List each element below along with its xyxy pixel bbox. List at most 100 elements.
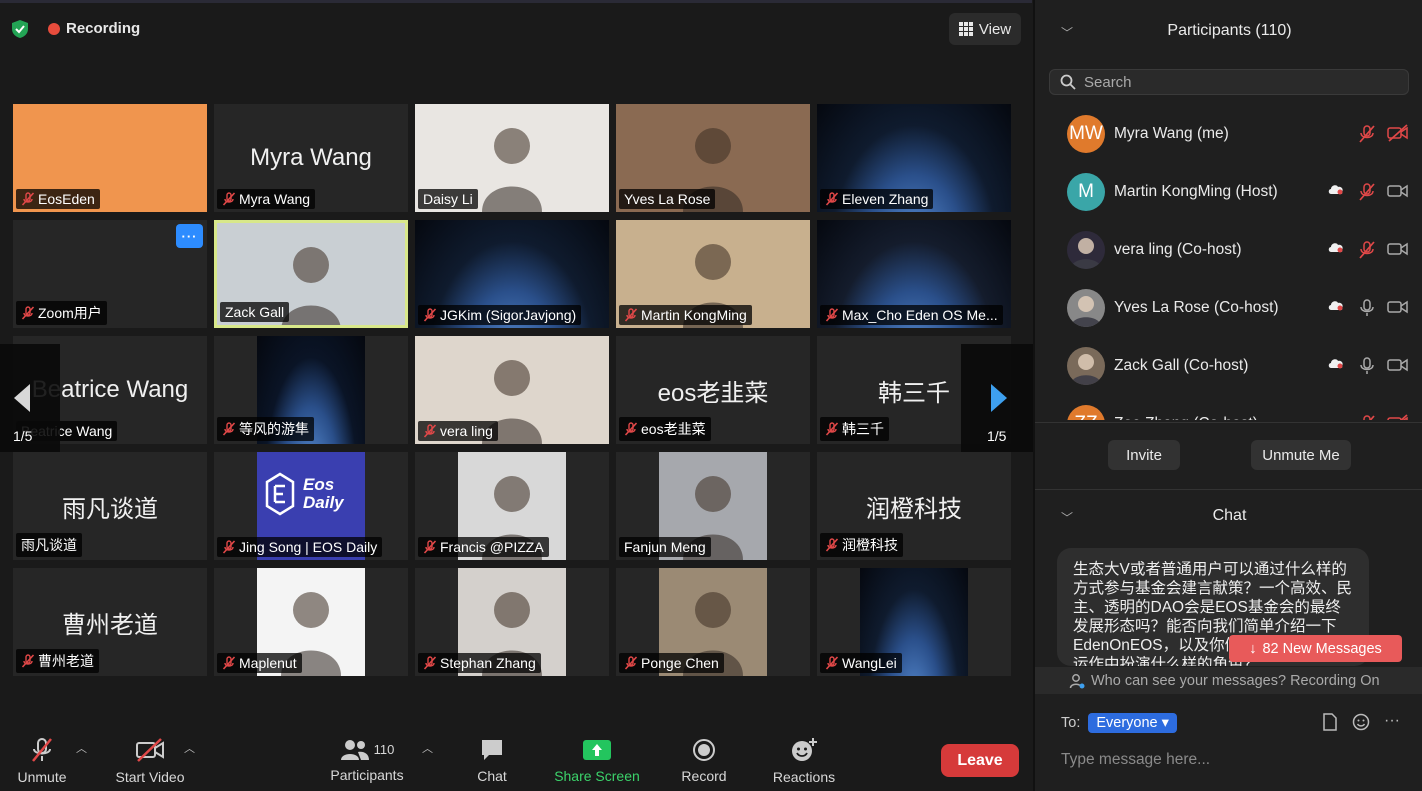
unmute-me-button[interactable]: Unmute Me [1251, 440, 1351, 470]
emoji-icon[interactable] [1352, 713, 1370, 731]
mic-muted-icon [825, 538, 839, 552]
security-shield-icon[interactable] [10, 19, 30, 39]
video-tile[interactable]: vera ling [415, 336, 609, 444]
person-icon [1069, 673, 1085, 688]
avatar-initials: M [1078, 181, 1094, 202]
avatar [1067, 231, 1105, 269]
video-tile[interactable]: 等风的游隼 [214, 336, 408, 444]
recipient-select[interactable]: Everyone ▾ [1088, 713, 1177, 733]
more-options-icon[interactable]: ··· [1384, 713, 1400, 731]
participant-search-input[interactable]: Search [1049, 69, 1409, 95]
participant-name-label: Fanjun Meng [619, 537, 711, 557]
participant-name: Jing Song | EOS Daily [239, 539, 378, 555]
participant-name: Yves La Rose [624, 191, 711, 207]
participants-icon-group: 110 [340, 739, 394, 761]
new-messages-button[interactable]: ↓ 82 New Messages [1229, 635, 1402, 662]
chat-divider [1035, 489, 1422, 490]
cloud-recording-icon [1327, 240, 1347, 260]
reactions-button[interactable]: Reactions [766, 730, 842, 791]
video-tile[interactable]: Yves La Rose [616, 104, 810, 212]
tile-more-options-button[interactable]: ··· [176, 224, 203, 248]
recording-indicator[interactable]: Recording [48, 20, 140, 37]
participant-row[interactable]: M Martin KongMing (Host) [1067, 172, 1408, 212]
video-tile[interactable]: JGKim (SigorJavjong) [415, 220, 609, 328]
participant-row[interactable]: MW Myra Wang (me) [1067, 114, 1408, 154]
file-icon[interactable] [1322, 713, 1338, 731]
participant-name-label: WangLei [820, 653, 902, 673]
grid-icon [958, 22, 973, 36]
mic-icon[interactable] [1357, 356, 1377, 376]
video-tile[interactable]: ··· Zoom用户 [13, 220, 207, 328]
participant-name-label: eos老韭菜 [619, 417, 711, 441]
mic-muted-icon [624, 656, 638, 670]
participant-name: JGKim (SigorJavjong) [440, 307, 577, 323]
video-tile[interactable]: Maplenut [214, 568, 408, 676]
mic-muted-icon[interactable] [1357, 414, 1377, 420]
participants-options-caret-icon[interactable]: ︿ [422, 740, 433, 756]
participant-name: Daisy Li [423, 191, 473, 207]
participant-name-label: 韩三千 [820, 417, 889, 441]
mic-muted-icon[interactable] [1357, 182, 1377, 202]
video-off-icon[interactable] [1387, 124, 1408, 144]
unmute-label: Unmute [17, 768, 67, 785]
participant-row[interactable]: vera ling (Co-host) [1067, 230, 1408, 270]
video-tile[interactable]: Francis @PIZZA [415, 452, 609, 560]
leave-button[interactable]: Leave [941, 744, 1019, 777]
video-tile[interactable]: Martin KongMing [616, 220, 810, 328]
record-button[interactable]: Record [676, 730, 732, 791]
share-screen-button[interactable]: Share Screen [548, 730, 646, 791]
video-icon[interactable] [1387, 240, 1408, 260]
mic-muted-icon[interactable] [1357, 124, 1377, 144]
participant-status-icons [1327, 298, 1408, 318]
participant-name: WangLei [842, 655, 897, 671]
video-icon[interactable] [1387, 298, 1408, 318]
message-visibility-notice[interactable]: Who can see your messages? Recording On [1035, 667, 1422, 694]
participants-icon [340, 739, 369, 760]
emoji-plus-icon [792, 737, 817, 761]
participant-list-name: Myra Wang (me) [1114, 125, 1229, 142]
participant-row[interactable]: Zack Gall (Co-host) [1067, 346, 1408, 386]
participants-button[interactable]: 110 Participants [324, 730, 410, 791]
video-off-icon[interactable] [1387, 414, 1408, 420]
video-tile[interactable]: Ponge Chen [616, 568, 810, 676]
video-gallery: Recording View EosEden Myra Wang Myra Wang… [0, 0, 1033, 730]
participant-row[interactable]: Yves La Rose (Co-host) [1067, 288, 1408, 328]
video-tile[interactable]: 雨凡谈道 雨凡谈道 [13, 452, 207, 560]
participant-name-label: Francis @PIZZA [418, 537, 549, 557]
view-button[interactable]: View [949, 13, 1021, 45]
mic-muted-icon[interactable] [1357, 240, 1377, 260]
mic-icon[interactable] [1357, 298, 1377, 318]
video-tile[interactable]: Daisy Li [415, 104, 609, 212]
participant-list-name: Martin KongMing (Host) [1114, 183, 1278, 200]
search-icon [1060, 74, 1076, 90]
video-tile[interactable]: 曹州老道 曹州老道 [13, 568, 207, 676]
video-tile[interactable]: WangLei [817, 568, 1011, 676]
start-video-button[interactable]: Start Video [108, 730, 192, 791]
participant-row[interactable]: ZZ Zoe Zhang (Co-host) [1067, 404, 1408, 420]
video-tile[interactable]: Zack Gall [214, 220, 408, 328]
video-tile[interactable]: Fanjun Meng [616, 452, 810, 560]
video-tile[interactable]: Myra Wang Myra Wang [214, 104, 408, 212]
chat-message-input[interactable] [1061, 749, 1401, 771]
logo-text-eos: Eos [303, 475, 335, 494]
previous-page-button[interactable]: 1/5 [0, 344, 60, 452]
audio-options-caret-icon[interactable]: ︿ [76, 740, 87, 756]
next-page-button[interactable]: 1/5 [961, 344, 1033, 452]
video-tile[interactable]: eos老韭菜 eos老韭菜 [616, 336, 810, 444]
video-tile[interactable]: Max_Cho Eden OS Me... [817, 220, 1011, 328]
invite-button[interactable]: Invite [1108, 440, 1180, 470]
participant-name: 等风的游隼 [239, 421, 309, 437]
unmute-button[interactable]: Unmute [12, 730, 72, 791]
video-tile[interactable]: Eleven Zhang [817, 104, 1011, 212]
video-tile[interactable]: 润橙科技 润橙科技 [817, 452, 1011, 560]
video-icon[interactable] [1387, 356, 1408, 376]
chat-button[interactable]: Chat [470, 730, 514, 791]
video-tile[interactable]: Stephan Zhang [415, 568, 609, 676]
video-options-caret-icon[interactable]: ︿ [184, 740, 195, 756]
video-tile[interactable]: EosEden [13, 104, 207, 212]
video-tile[interactable]: Eos Daily Jing Song | EOS Daily [214, 452, 408, 560]
participant-name: 韩三千 [842, 421, 884, 437]
side-panel: ﹀ Participants (110) Search MW Myra Wang … [1033, 0, 1422, 791]
video-icon[interactable] [1387, 182, 1408, 202]
view-label: View [978, 20, 1012, 38]
